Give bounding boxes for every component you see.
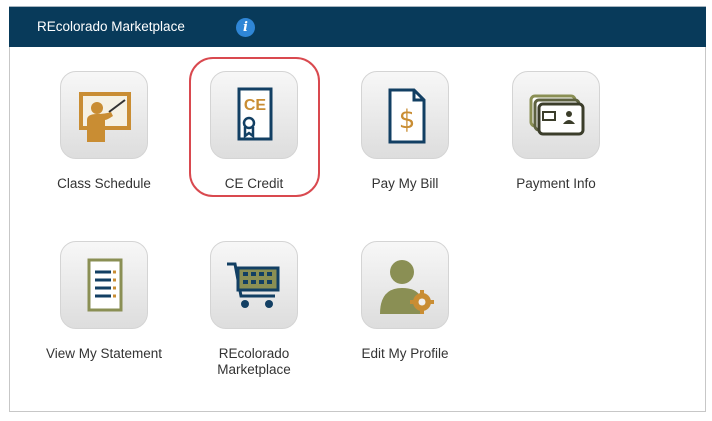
panel-header: REcolorado Marketplace i [9, 6, 706, 47]
statement-document-icon [60, 241, 148, 329]
svg-text:$: $ [399, 105, 416, 135]
tile-class-schedule[interactable]: Class Schedule [29, 71, 179, 211]
tile-recolorado-marketplace[interactable]: REcolorado Marketplace [179, 241, 329, 381]
tile-label: Class Schedule [57, 176, 151, 191]
info-icon[interactable]: i [236, 18, 255, 37]
ce-credit-highlight [189, 57, 320, 197]
user-gear-icon [361, 241, 449, 329]
tile-label: Pay My Bill [371, 176, 439, 191]
credit-cards-icon [512, 71, 600, 159]
teacher-board-icon [60, 71, 148, 159]
shopping-cart-icon [210, 241, 298, 329]
tile-payment-info[interactable]: Payment Info [481, 71, 631, 211]
tile-label: Payment Info [516, 176, 596, 191]
tile-label: REcolorado Marketplace [217, 346, 291, 377]
panel-title: REcolorado Marketplace [37, 19, 185, 34]
tile-label: Edit My Profile [361, 346, 449, 361]
tile-pay-my-bill[interactable]: $ Pay My Bill [330, 71, 480, 211]
tile-edit-my-profile[interactable]: Edit My Profile [330, 241, 480, 381]
tile-label: View My Statement [45, 346, 163, 361]
dollar-document-icon: $ [361, 71, 449, 159]
tile-view-my-statement[interactable]: View My Statement [29, 241, 179, 381]
